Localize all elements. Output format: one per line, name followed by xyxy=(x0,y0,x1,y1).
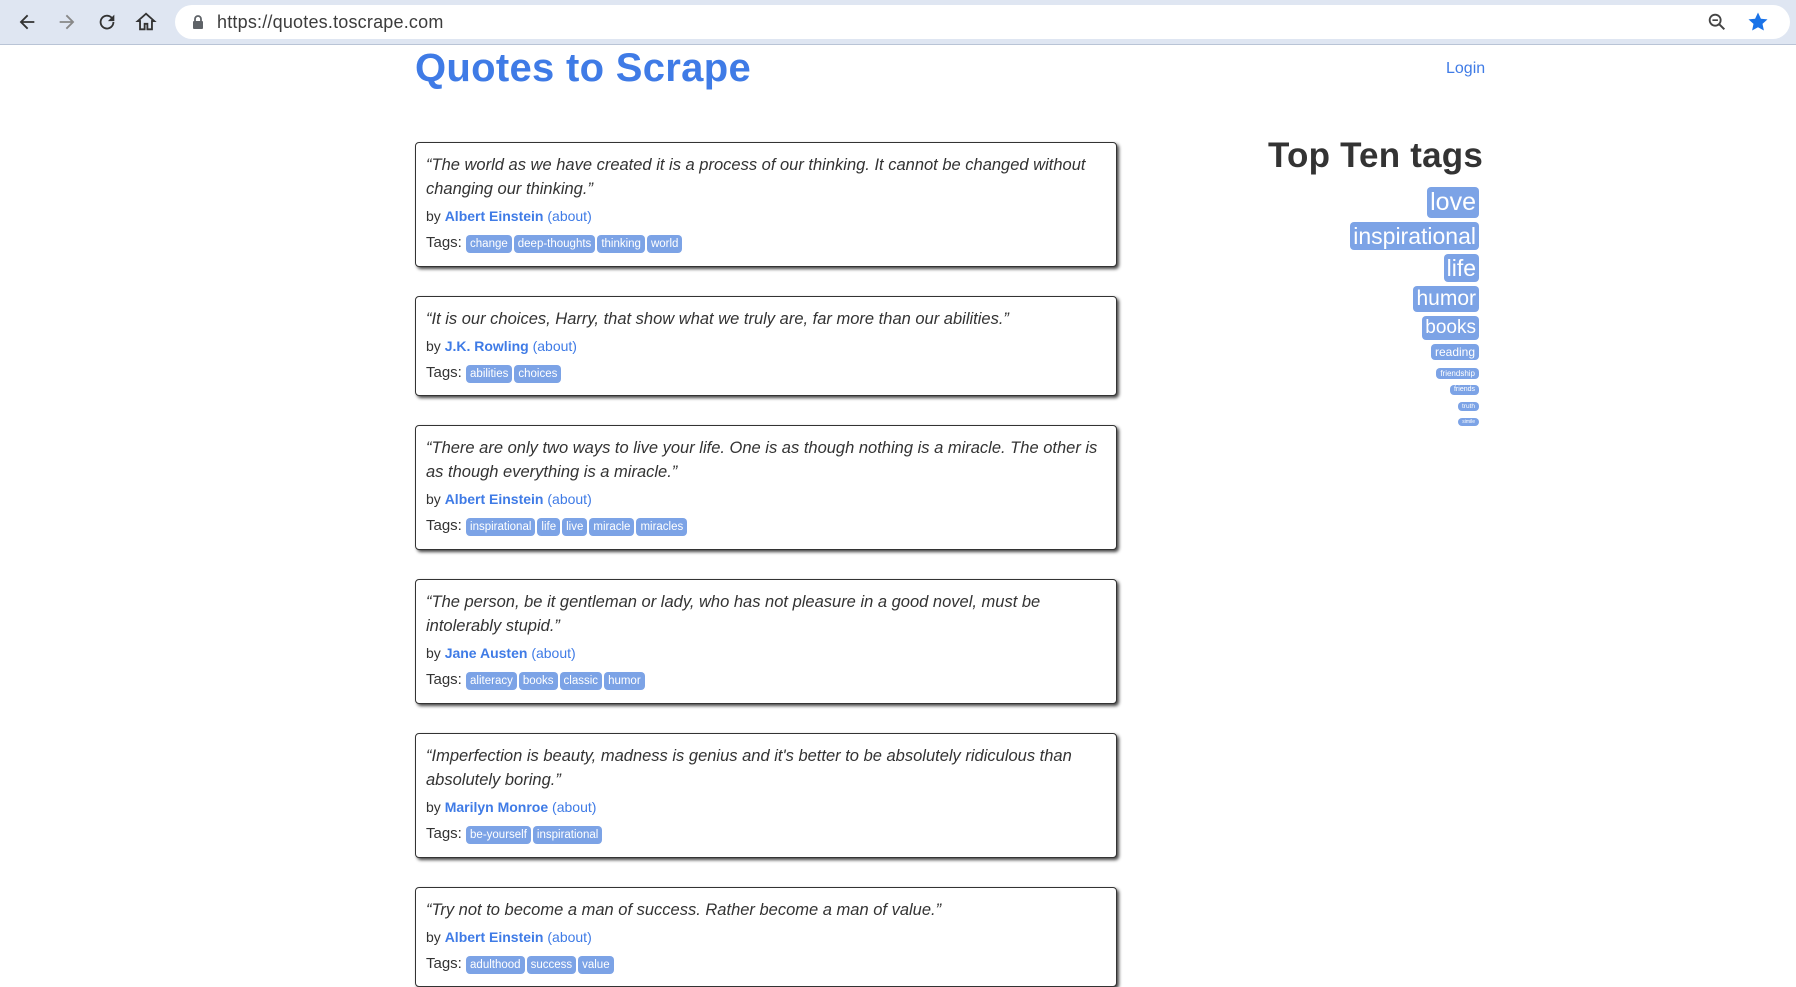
home-icon[interactable] xyxy=(130,6,162,38)
quote-tags-row: Tags: inspirational life live miracle miracl… xyxy=(426,516,1106,536)
author-about-link[interactable]: (about) xyxy=(531,645,575,661)
zoom-icon[interactable] xyxy=(1706,11,1728,33)
quote-byline: by Albert Einstein (about) xyxy=(426,206,1106,226)
quote-card: “Imperfection is beauty, madness is geni… xyxy=(415,733,1117,858)
sidebar-tag[interactable]: reading xyxy=(1430,344,1479,360)
quote-byline: by Marilyn Monroe (about) xyxy=(426,797,1106,817)
sidebar-tag[interactable]: life xyxy=(1443,254,1479,282)
tags-label: Tags: xyxy=(426,234,462,251)
sidebar-tag[interactable]: truth xyxy=(1457,402,1479,411)
quote-text: “Imperfection is beauty, madness is geni… xyxy=(426,747,1072,789)
quote-tags-row: Tags: be-yourself inspirational xyxy=(426,824,1106,844)
author-about-link[interactable]: (about) xyxy=(533,338,577,354)
author-about-link[interactable]: (about) xyxy=(547,208,591,224)
author-name: Jane Austen xyxy=(444,645,528,661)
quote-text: “The world as we have created it is a pr… xyxy=(426,156,1086,198)
quote-tag[interactable]: humor xyxy=(604,672,645,690)
quote-tag[interactable]: value xyxy=(578,956,614,974)
forward-arrow-icon[interactable] xyxy=(51,6,83,38)
author-name: J.K. Rowling xyxy=(444,338,529,354)
quote-byline: by Albert Einstein (about) xyxy=(426,927,1106,947)
sidebar-tag[interactable]: inspirational xyxy=(1350,222,1479,250)
sidebar-tag[interactable]: humor xyxy=(1413,286,1479,312)
quote-card: “There are only two ways to live your li… xyxy=(415,425,1117,550)
tags-label: Tags: xyxy=(426,364,462,381)
by-label: by xyxy=(426,929,441,945)
star-icon[interactable] xyxy=(1746,10,1770,34)
quote-tag[interactable]: inspirational xyxy=(532,826,603,844)
quote-card: “It is our choices, Harry, that show wha… xyxy=(415,296,1117,396)
quote-tag[interactable]: inspirational xyxy=(466,518,536,536)
sidebar-tag[interactable]: simile xyxy=(1458,418,1479,426)
quote-tag[interactable]: adulthood xyxy=(466,956,525,974)
by-label: by xyxy=(426,645,441,661)
quote-byline: by Jane Austen (about) xyxy=(426,643,1106,663)
quote-tag[interactable]: deep-thoughts xyxy=(513,235,596,253)
tags-label: Tags: xyxy=(426,671,462,688)
quote-tag[interactable]: be-yourself xyxy=(466,826,531,844)
quote-text: “There are only two ways to live your li… xyxy=(426,439,1098,481)
author-name: Albert Einstein xyxy=(444,208,544,224)
sidebar-tag[interactable]: books xyxy=(1422,316,1479,340)
by-label: by xyxy=(426,491,441,507)
quote-tag[interactable]: life xyxy=(537,518,561,536)
reload-icon[interactable] xyxy=(91,6,123,38)
author-about-link[interactable]: (about) xyxy=(552,799,596,815)
author-about-link[interactable]: (about) xyxy=(547,929,591,945)
login-link[interactable]: Login xyxy=(1446,60,1485,78)
by-label: by xyxy=(426,338,441,354)
quote-tag[interactable]: aliteracy xyxy=(466,672,517,690)
quote-tags-row: Tags: adulthood success value xyxy=(426,954,1106,974)
author-name: Albert Einstein xyxy=(444,491,544,507)
quote-tag[interactable]: success xyxy=(526,956,577,974)
quote-tag[interactable]: world xyxy=(646,235,683,253)
sidebar-tag[interactable]: love xyxy=(1427,187,1479,218)
author-name: Albert Einstein xyxy=(444,929,544,945)
url-text[interactable]: https://quotes.toscrape.com xyxy=(217,12,444,33)
tag-cloud: love inspirational life humor books reading fr… xyxy=(1350,187,1479,426)
quote-tag[interactable]: choices xyxy=(514,365,562,383)
quote-tag[interactable]: thinking xyxy=(597,235,645,253)
quote-tag[interactable]: live xyxy=(562,518,588,536)
back-arrow-icon[interactable] xyxy=(11,6,43,38)
quote-tag[interactable]: books xyxy=(518,672,558,690)
quote-tags-row: Tags: change deep-thoughts thinking world xyxy=(426,233,1106,253)
quote-tag[interactable]: classic xyxy=(559,672,603,690)
by-label: by xyxy=(426,208,441,224)
quote-text: “Try not to become a man of success. Rat… xyxy=(426,901,942,919)
author-about-link[interactable]: (about) xyxy=(547,491,591,507)
quote-text: “The person, be it gentleman or lady, wh… xyxy=(426,593,1041,635)
sidebar-tag[interactable]: friends xyxy=(1449,385,1479,395)
site-title-link[interactable]: Quotes to Scrape xyxy=(415,46,751,91)
sidebar-tag[interactable]: friendship xyxy=(1436,368,1479,379)
quote-tag[interactable]: change xyxy=(466,235,512,253)
lock-icon xyxy=(193,15,203,29)
quote-card: “The person, be it gentleman or lady, wh… xyxy=(415,579,1117,704)
quote-text: “It is our choices, Harry, that show wha… xyxy=(426,310,1009,328)
quote-tag[interactable]: miracle xyxy=(589,518,635,536)
top-ten-tags-heading: Top Ten tags xyxy=(1268,136,1483,175)
tags-label: Tags: xyxy=(426,825,462,842)
tags-label: Tags: xyxy=(426,955,462,972)
tags-label: Tags: xyxy=(426,517,462,534)
quote-tag[interactable]: abilities xyxy=(466,365,513,383)
quote-card: “Try not to become a man of success. Rat… xyxy=(415,887,1117,987)
browser-toolbar: https://quotes.toscrape.com xyxy=(0,0,1796,45)
author-name: Marilyn Monroe xyxy=(444,799,549,815)
quote-tags-row: Tags: abilities choices xyxy=(426,363,1106,383)
quote-byline: by J.K. Rowling (about) xyxy=(426,336,1106,356)
address-bar[interactable]: https://quotes.toscrape.com xyxy=(175,5,1790,39)
quote-tags-row: Tags: aliteracy books classic humor xyxy=(426,670,1106,690)
quote-card: “The world as we have created it is a pr… xyxy=(415,142,1117,267)
by-label: by xyxy=(426,799,441,815)
quote-byline: by Albert Einstein (about) xyxy=(426,489,1106,509)
quote-tag[interactable]: miracles xyxy=(636,518,688,536)
